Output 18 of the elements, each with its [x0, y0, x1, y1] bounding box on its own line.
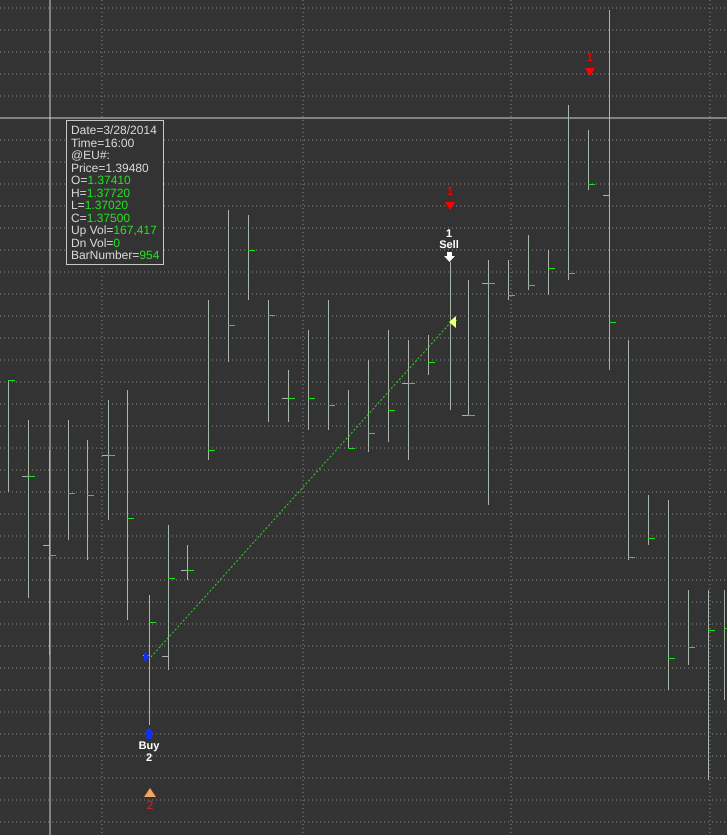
tooltip-line: Dn Vol=0 — [71, 236, 122, 249]
tooltip-line: Price=1.39480 — [71, 162, 150, 174]
tooltip-line: H=1.37720 — [71, 186, 132, 199]
signal-count: 1 — [586, 50, 594, 64]
tooltip-line: Time=16:00 — [71, 136, 136, 149]
trade-count: 1 — [446, 228, 452, 240]
signal-count: 2 — [146, 798, 154, 812]
tooltip-line: C=1.37500 — [71, 212, 132, 224]
tooltip-line: O=1.37410 — [71, 174, 132, 186]
tooltip-line: @EU#: — [71, 149, 111, 162]
signal-count: 1 — [446, 184, 454, 198]
tooltip-line: BarNumber=954 — [71, 249, 160, 262]
trade-count: 2 — [146, 752, 152, 764]
sell-label: Sell — [439, 239, 459, 251]
buy-label: Buy — [138, 740, 160, 752]
tooltip-line: L=1.37020 — [71, 199, 130, 212]
tooltip-line: Up Vol=167,417 — [71, 224, 158, 236]
tooltip-line: Date=3/28/2014 — [71, 124, 158, 136]
